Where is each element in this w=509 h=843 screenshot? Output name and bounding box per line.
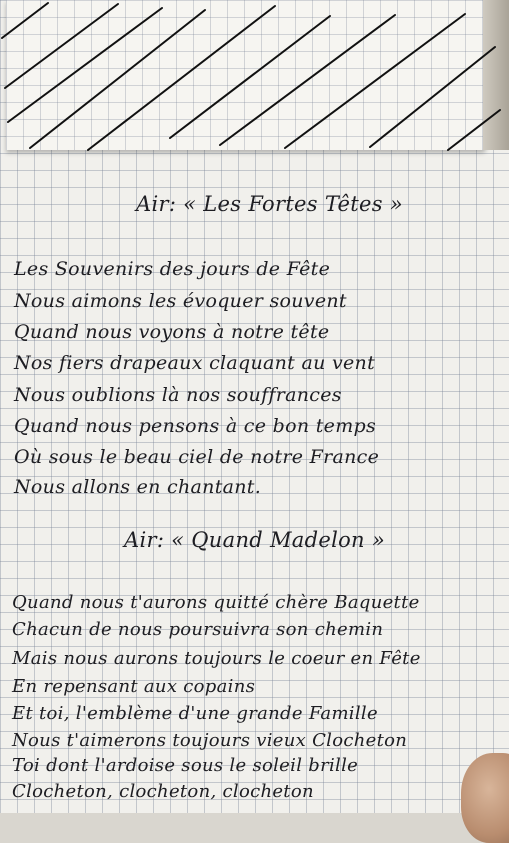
- verse1-line-4: Nos fiers drapeaux claquant au vent: [14, 352, 376, 374]
- verse2-line-2: Chacun de nous poursuivra son chemin: [12, 619, 384, 640]
- verse2-line-1: Quand nous t'aurons quitté chère Baquett…: [12, 592, 420, 613]
- verse1-line-6: Quand nous pensons à ce bon temps: [14, 415, 377, 437]
- title-quand-madelon: Air: « Quand Madelon »: [124, 528, 385, 552]
- verse2-line-7: Toi dont l'ardoise sous le soleil brille: [12, 755, 359, 776]
- verse2-line-4: En repensant aux copains: [12, 676, 256, 697]
- verse1-line-7: Où sous le beau ciel de notre France: [14, 446, 380, 468]
- thumb: [461, 753, 509, 843]
- verse1-line-8: Nous allons en chantant.: [14, 476, 262, 498]
- title-les-fortes-tetes: Air: « Les Fortes Têtes »: [136, 192, 403, 216]
- verse2-line-5: Et toi, l'emblème d'une grande Famille: [12, 703, 378, 724]
- verse1-line-2: Nous aimons les évoquer souvent: [14, 290, 347, 312]
- verse1-line-1: Les Souvenirs des jours de Fête: [14, 258, 331, 280]
- verse2-line-8: Clocheton, clocheton, clocheton: [12, 781, 314, 802]
- song-lyrics: Air: « Les Fortes Têtes » Les Souvenirs …: [0, 0, 509, 813]
- verse2-line-6: Nous t'aimerons toujours vieux Clocheton: [12, 730, 408, 751]
- verse1-line-3: Quand nous voyons à notre tête: [14, 321, 330, 343]
- verse2-line-3: Mais nous aurons toujours le coeur en Fê…: [12, 648, 421, 669]
- verse1-line-5: Nous oublions là nos souffrances: [14, 384, 342, 406]
